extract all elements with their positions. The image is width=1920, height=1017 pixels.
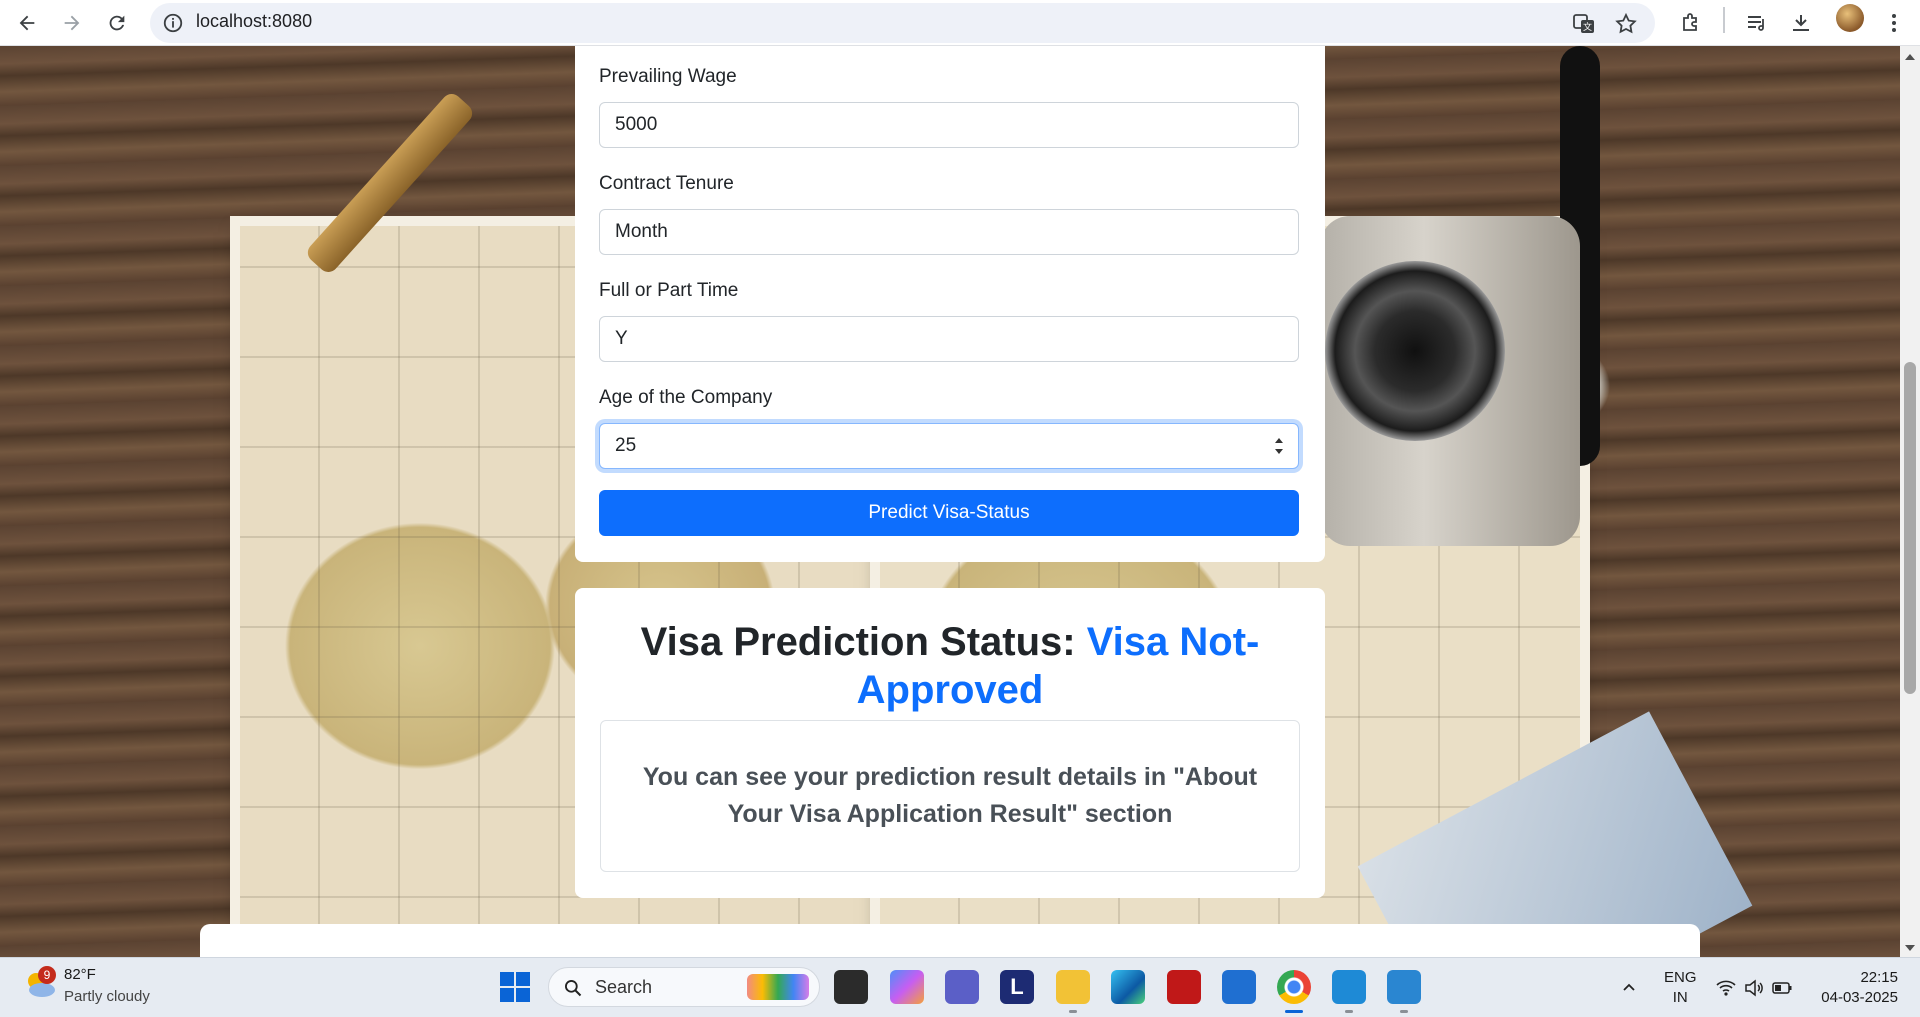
extensions-button[interactable] (1677, 9, 1705, 37)
browser-menu-button[interactable] (1880, 9, 1908, 37)
contract-tenure-label: Contract Tenure (599, 173, 734, 194)
store-icon[interactable] (1222, 970, 1256, 1004)
file-explorer-icon[interactable] (834, 970, 868, 1004)
windows-logo-tile (516, 972, 530, 986)
forward-arrow-icon (64, 15, 80, 31)
windows-logo-tile (500, 988, 514, 1002)
reload-button[interactable] (100, 6, 134, 40)
search-label: Search (595, 977, 653, 997)
chrome-icon[interactable] (1277, 970, 1311, 1004)
edge-icon[interactable] (1111, 970, 1145, 1004)
company-age-value: 25 (615, 435, 637, 456)
full-part-time-input[interactable]: Y (599, 316, 1299, 362)
company-age-input[interactable]: 25 (599, 423, 1299, 469)
company-age-label: Age of the Company (599, 387, 773, 408)
bookmark-star-icon[interactable] (1614, 12, 1638, 36)
windows-taskbar: 9 82°F Partly cloudy Search L ENG IN 22:… (0, 957, 1920, 1017)
scroll-up-arrow-icon[interactable] (1905, 54, 1915, 60)
download-icon (1793, 15, 1809, 31)
forward-button[interactable] (55, 6, 89, 40)
language-code: ENG (1664, 969, 1697, 986)
background-camera-lens (1325, 261, 1505, 441)
svg-text:文: 文 (1583, 21, 1592, 33)
weather-badge: 9 (38, 966, 56, 984)
prevailing-wage-input[interactable]: 5000 (599, 102, 1299, 148)
clock-date: 04-03-2025 (1821, 989, 1898, 1006)
number-spinner-icon[interactable] (1272, 434, 1286, 458)
contract-tenure-value: Month (615, 221, 668, 242)
mcafee-icon[interactable] (1167, 970, 1201, 1004)
site-info-icon[interactable] (162, 12, 184, 34)
page-viewport: Prevailing Wage 5000 Contract Tenure Mon… (0, 46, 1900, 957)
full-part-time-value: Y (615, 328, 628, 349)
media-list-icon (1748, 16, 1764, 31)
folder-icon[interactable] (1056, 970, 1090, 1004)
browser-toolbar: localhost:8080 文 (0, 0, 1920, 46)
monitor-running-indicator (1400, 1010, 1408, 1013)
next-section-card (200, 924, 1700, 957)
monitor-icon[interactable] (1387, 970, 1421, 1004)
volume-icon[interactable] (1744, 978, 1764, 998)
predict-visa-status-button[interactable]: Predict Visa-Status (599, 490, 1299, 536)
clock-time: 22:15 (1860, 969, 1898, 986)
prevailing-wage-value: 5000 (615, 114, 658, 135)
back-arrow-icon (19, 15, 35, 31)
system-clock[interactable]: 22:15 04-03-2025 (1812, 968, 1898, 1008)
profile-avatar[interactable] (1836, 4, 1864, 32)
windows-logo-tile (516, 988, 530, 1002)
language-indicator[interactable]: ENG IN (1664, 968, 1697, 1008)
folder-running-indicator (1069, 1010, 1077, 1013)
url-text: localhost:8080 (196, 11, 313, 31)
result-heading-prefix: Visa Prediction Status: (640, 620, 1087, 664)
region-code: IN (1672, 989, 1688, 1006)
vscode-running-indicator (1345, 1010, 1353, 1013)
search-icon (565, 980, 582, 997)
vscode-icon[interactable] (1332, 970, 1366, 1004)
copilot-icon[interactable] (890, 970, 924, 1004)
weather-description[interactable]: Partly cloudy (64, 988, 150, 1005)
windows-logo-tile (500, 972, 514, 986)
battery-icon[interactable] (1772, 978, 1792, 998)
weather-temperature[interactable]: 82°F (64, 966, 96, 983)
full-part-time-label: Full or Part Time (599, 280, 739, 301)
downloads-button[interactable] (1787, 9, 1815, 37)
result-heading: Visa Prediction Status: Visa Not-Approve… (605, 618, 1295, 714)
l-app-icon[interactable]: L (1000, 970, 1034, 1004)
start-button[interactable] (500, 972, 530, 1002)
search-highlight-image (747, 974, 809, 1000)
chrome-active-indicator (1285, 1010, 1303, 1013)
contract-tenure-input[interactable]: Month (599, 209, 1299, 255)
visa-form-card: Prevailing Wage 5000 Contract Tenure Mon… (575, 46, 1325, 562)
prevailing-wage-label: Prevailing Wage (599, 66, 737, 87)
result-details-text: You can see your prediction result detai… (642, 763, 1258, 828)
wifi-icon[interactable] (1716, 978, 1736, 998)
chevron-up-icon[interactable] (1622, 980, 1636, 994)
result-details-box: You can see your prediction result detai… (600, 720, 1300, 872)
page-scrollbar[interactable] (1900, 46, 1920, 957)
kebab-menu-icon (1892, 14, 1896, 32)
taskbar-search[interactable]: Search (548, 967, 820, 1007)
translate-icon[interactable]: 文 (1572, 12, 1596, 36)
teams-icon[interactable] (945, 970, 979, 1004)
puzzle-icon (1683, 13, 1697, 31)
scroll-down-arrow-icon[interactable] (1905, 945, 1915, 951)
back-button[interactable] (10, 6, 44, 40)
toolbar-divider (1723, 7, 1725, 33)
address-bar[interactable]: localhost:8080 文 (150, 3, 1655, 43)
reading-list-button[interactable] (1743, 9, 1771, 37)
scrollbar-thumb[interactable] (1904, 362, 1916, 694)
prediction-result-card: Visa Prediction Status: Visa Not-Approve… (575, 588, 1325, 898)
reload-icon (109, 15, 125, 31)
